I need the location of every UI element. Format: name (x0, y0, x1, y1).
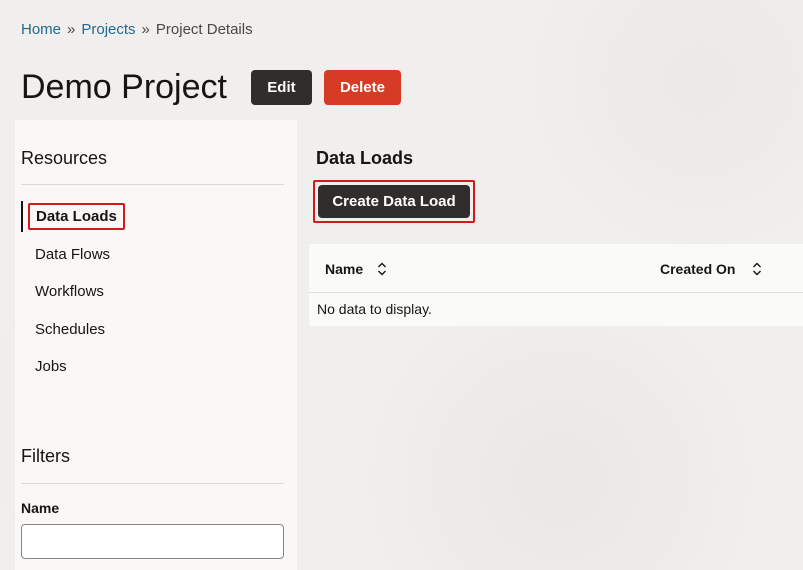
column-header-created-on[interactable]: Created On (660, 244, 762, 293)
breadcrumb: Home » Projects » Project Details (21, 20, 253, 40)
sidebar-item-label: Schedules (35, 320, 106, 338)
sort-updown-icon (377, 262, 387, 276)
data-loads-title: Data Loads (316, 148, 414, 168)
sidebar-item-label: Workflows (35, 283, 104, 301)
resources-title: Resources (21, 148, 108, 168)
column-header-name[interactable]: Name (325, 244, 387, 293)
breadcrumb-separator: » (141, 21, 150, 38)
resources-panel: Resources Data Loads Data Flows Workflow… (15, 120, 297, 570)
edit-button[interactable]: Edit (250, 69, 312, 105)
divider (21, 483, 284, 484)
table-header: Name Created On (309, 244, 803, 293)
breadcrumb-projects-link[interactable]: Projects (81, 20, 135, 40)
column-header-label: Name (325, 260, 364, 277)
page-title: Demo Project (21, 68, 227, 106)
data-loads-table: Name Created On No data to display. (309, 244, 803, 326)
sidebar-item-label: Data Loads (28, 203, 125, 231)
breadcrumb-current: Project Details (155, 21, 253, 38)
breadcrumb-separator: » (67, 21, 76, 38)
divider (21, 184, 284, 185)
sidebar-item-data-loads[interactable]: Data Loads (21, 198, 284, 236)
sidebar-item-schedules[interactable]: Schedules (21, 311, 284, 349)
sidebar-item-label: Jobs (35, 358, 67, 376)
filters-title: Filters (21, 446, 70, 466)
create-data-load-highlight: Create Data Load (313, 180, 475, 223)
sort-updown-icon (752, 262, 762, 276)
page-header: Demo Project Edit Delete (21, 64, 401, 110)
filter-name-label: Name (21, 500, 60, 516)
resources-nav: Data Loads Data Flows Workflows Schedule… (21, 198, 284, 386)
column-header-label: Created On (660, 260, 736, 277)
create-data-load-button[interactable]: Create Data Load (318, 185, 470, 218)
sidebar-item-workflows[interactable]: Workflows (21, 273, 284, 311)
sidebar-item-label: Data Flows (35, 245, 111, 263)
delete-button[interactable]: Delete (323, 69, 401, 105)
table-empty-message: No data to display. (317, 301, 432, 317)
filter-name-input[interactable] (21, 524, 284, 559)
breadcrumb-home-link[interactable]: Home (21, 20, 61, 40)
sidebar-item-data-flows[interactable]: Data Flows (21, 236, 284, 274)
sidebar-item-jobs[interactable]: Jobs (21, 348, 284, 386)
